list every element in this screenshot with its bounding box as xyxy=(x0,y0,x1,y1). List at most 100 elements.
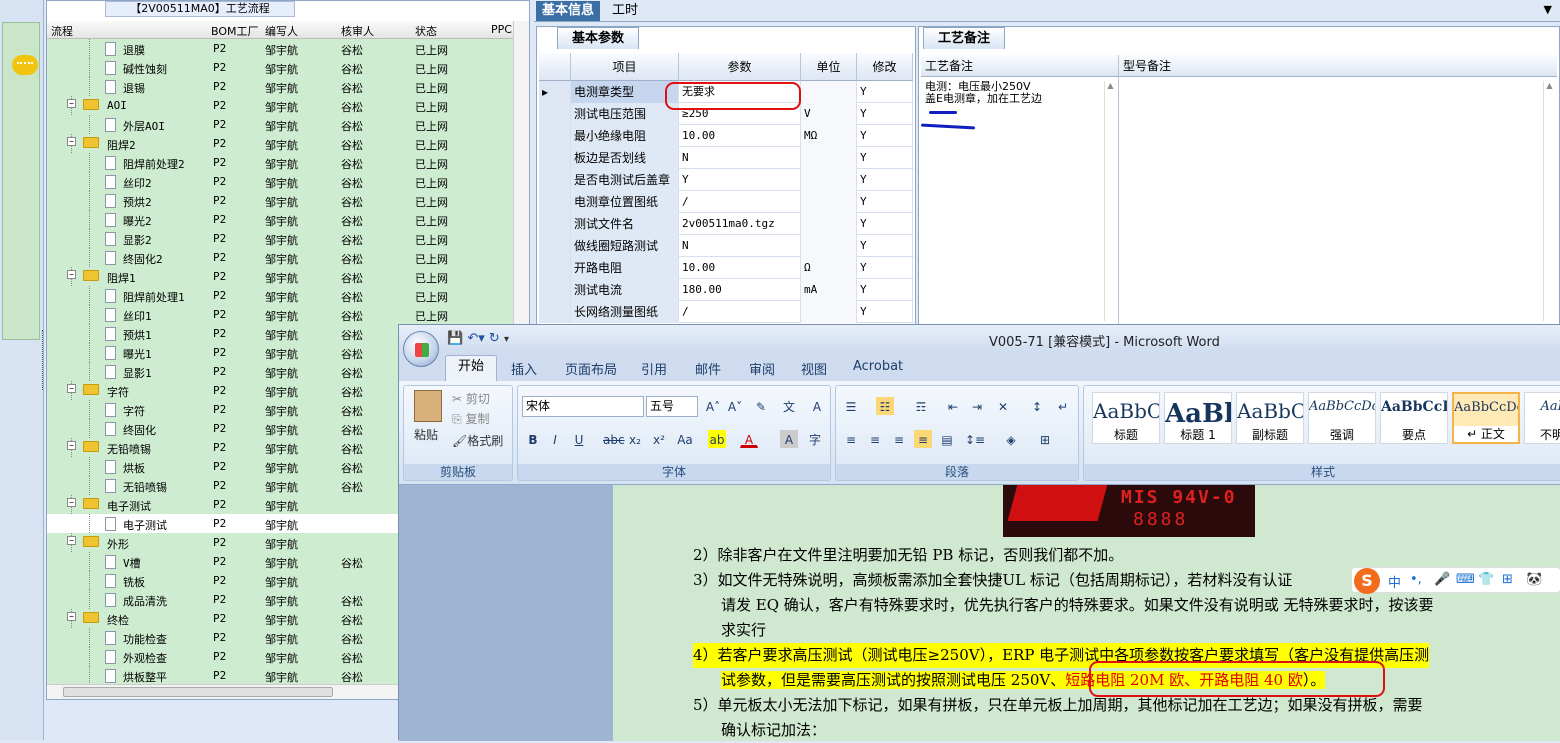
tab-process-notes[interactable]: 工艺备注 xyxy=(923,27,1006,49)
grow-font-icon[interactable]: A˄ xyxy=(704,397,722,415)
format-painter-button[interactable]: 🖌格式刷 xyxy=(452,432,503,449)
scroll-thumb[interactable] xyxy=(63,687,333,697)
scroll-up-icon[interactable]: ▲ xyxy=(1544,81,1555,90)
tab-page-layout[interactable]: 页面布局 xyxy=(565,359,617,378)
param-row[interactable]: 长网络测量图纸 / Y xyxy=(539,301,914,323)
param-row[interactable]: 是否电测试后盖章 Y Y xyxy=(539,169,914,191)
tab-basic-params[interactable]: 基本参数 xyxy=(557,27,640,49)
tree-folder-row[interactable]: − 阻焊1 P2 邹宇航 谷松 已上网 xyxy=(47,267,529,286)
style-option[interactable]: AaBb 不明显 xyxy=(1524,392,1560,444)
sogou-logo-icon[interactable]: S xyxy=(1354,568,1380,594)
tree-item-row[interactable]: 阻焊前处理2 P2 邹宇航 谷松 已上网 xyxy=(47,153,529,172)
collapse-toggle-icon[interactable]: − xyxy=(67,137,76,146)
tab-mailings[interactable]: 邮件 xyxy=(695,359,721,378)
paste-icon[interactable] xyxy=(414,390,442,422)
justify-icon[interactable]: ≡ xyxy=(914,430,932,448)
param-value[interactable]: 180.00 xyxy=(679,279,801,301)
col-header-value[interactable]: 参数 xyxy=(679,53,801,81)
tree-folder-row[interactable]: − 阻焊2 P2 邹宇航 谷松 已上网 xyxy=(47,134,529,153)
ime-chinese-mode[interactable]: 中 xyxy=(1388,572,1401,591)
keyboard-icon[interactable]: ⌨ xyxy=(1456,572,1475,587)
tree-item-row[interactable]: 阻焊前处理1 P2 邹宇航 谷松 已上网 xyxy=(47,286,529,305)
col-header-reviewer[interactable]: 核审人 xyxy=(341,23,374,39)
skin-icon[interactable]: 👕 xyxy=(1478,572,1494,587)
collapse-toggle-icon[interactable]: − xyxy=(67,270,76,279)
tree-item-row[interactable]: 曝光2 P2 邹宇航 谷松 已上网 xyxy=(47,210,529,229)
param-value[interactable]: 2v00511ma0.tgz xyxy=(679,213,801,235)
asian-layout-icon[interactable]: ✕ xyxy=(994,397,1012,415)
style-option[interactable]: AaBbCcD 要点 xyxy=(1380,392,1448,444)
param-row[interactable]: 测试文件名 2v00511ma0.tgz Y xyxy=(539,213,914,235)
col-header-writer[interactable]: 编写人 xyxy=(265,23,298,39)
tree-item-row[interactable]: 丝印1 P2 邹宇航 谷松 已上网 xyxy=(47,305,529,324)
row-selector[interactable] xyxy=(539,191,571,213)
tree-item-row[interactable]: 退锡 P2 邹宇航 谷松 已上网 xyxy=(47,77,529,96)
distributed-icon[interactable]: ▤ xyxy=(938,430,956,448)
toolbox-icon[interactable]: ⊞ xyxy=(1502,572,1513,587)
param-row[interactable]: 开路电阻 10.00 Ω Y xyxy=(539,257,914,279)
param-value[interactable]: / xyxy=(679,191,801,213)
collapse-toggle-icon[interactable]: − xyxy=(67,612,76,621)
bold-icon[interactable]: B xyxy=(524,430,542,448)
param-value[interactable]: / xyxy=(679,301,801,323)
superscript-icon[interactable]: x² xyxy=(650,430,668,448)
char-border-icon[interactable]: A xyxy=(808,397,826,415)
shrink-font-icon[interactable]: A˅ xyxy=(726,397,744,415)
line-spacing-icon[interactable]: ↕≡ xyxy=(964,430,985,448)
style-option[interactable]: AaBbCcDc ↵ 正文 xyxy=(1452,392,1520,444)
borders-icon[interactable]: ⊞ xyxy=(1036,430,1054,448)
tab-insert[interactable]: 插入 xyxy=(511,359,537,378)
param-value[interactable]: 10.00 xyxy=(679,257,801,279)
param-value[interactable]: 10.00 xyxy=(679,125,801,147)
ime-punctuation-icon[interactable]: •, xyxy=(1410,572,1422,587)
collapse-toggle-icon[interactable]: − xyxy=(67,498,76,507)
decrease-indent-icon[interactable]: ⇤ xyxy=(944,397,962,415)
style-option[interactable]: AaBbC 副标题 xyxy=(1236,392,1304,444)
show-marks-icon[interactable]: ↵ xyxy=(1054,397,1072,415)
bullets-icon[interactable]: ☰ xyxy=(842,397,860,415)
row-selector[interactable] xyxy=(539,169,571,191)
param-row[interactable]: 电测章位置图纸 / Y xyxy=(539,191,914,213)
chat-icon[interactable] xyxy=(12,55,38,76)
param-value[interactable]: N xyxy=(679,147,801,169)
office-button[interactable] xyxy=(403,331,439,367)
row-selector[interactable] xyxy=(539,213,571,235)
tab-review[interactable]: 审阅 xyxy=(749,359,775,378)
microphone-icon[interactable]: 🎤 xyxy=(1434,572,1450,587)
shading-icon[interactable]: ◈ xyxy=(1002,430,1020,448)
mascot-icon[interactable]: 🐼 xyxy=(1526,572,1542,587)
col-header-status[interactable]: 状态 xyxy=(415,23,437,39)
tab-basic-info[interactable]: 基本信息 xyxy=(536,1,601,21)
clear-format-icon[interactable]: ✎ xyxy=(752,397,770,415)
cut-button[interactable]: ✂ 剪切 xyxy=(452,390,490,407)
underline-icon[interactable]: U xyxy=(570,430,588,448)
collapse-toggle-icon[interactable]: − xyxy=(67,441,76,450)
tree-item-row[interactable]: 显影2 P2 邹宇航 谷松 已上网 xyxy=(47,229,529,248)
param-row[interactable]: 最小绝缘电阻 10.00 MΩ Y xyxy=(539,125,914,147)
align-left-icon[interactable]: ≡ xyxy=(842,430,860,448)
param-row[interactable]: 板边是否划线 N Y xyxy=(539,147,914,169)
tree-item-row[interactable]: 终固化2 P2 邹宇航 谷松 已上网 xyxy=(47,248,529,267)
font-size-select[interactable]: 五号 xyxy=(646,396,698,417)
ime-toolbar[interactable]: S 中 •, 🎤 ⌨ 👕 ⊞ 🐼 xyxy=(1351,567,1560,594)
collapse-toggle-icon[interactable]: − xyxy=(67,384,76,393)
customize-qat-icon[interactable]: ▾ xyxy=(504,334,509,345)
param-value[interactable]: Y xyxy=(679,169,801,191)
save-icon[interactable]: 💾 xyxy=(447,331,463,346)
paste-button[interactable]: 粘贴 xyxy=(414,426,438,443)
italic-icon[interactable]: I xyxy=(546,430,564,448)
tab-home[interactable]: 开始 xyxy=(445,355,498,381)
param-value[interactable]: N xyxy=(679,235,801,257)
tree-item-row[interactable]: 丝印2 P2 邹宇航 谷松 已上网 xyxy=(47,172,529,191)
tree-folder-row[interactable]: − AOI P2 邹宇航 谷松 已上网 xyxy=(47,96,529,115)
row-selector[interactable]: ▸ xyxy=(539,81,571,103)
row-selector[interactable] xyxy=(539,147,571,169)
col-header-ppc[interactable]: PPC xyxy=(491,23,512,36)
style-option[interactable]: AaBl 标题 1 xyxy=(1164,392,1232,444)
undo-icon[interactable]: ↶▾ xyxy=(467,331,484,346)
model-notes-scrollbar[interactable]: ▲ xyxy=(1543,81,1555,321)
col-header-unit[interactable]: 单位 xyxy=(801,53,857,81)
row-selector[interactable] xyxy=(539,103,571,125)
param-row[interactable]: 做线圈短路测试 N Y xyxy=(539,235,914,257)
subscript-icon[interactable]: x₂ xyxy=(626,430,644,448)
